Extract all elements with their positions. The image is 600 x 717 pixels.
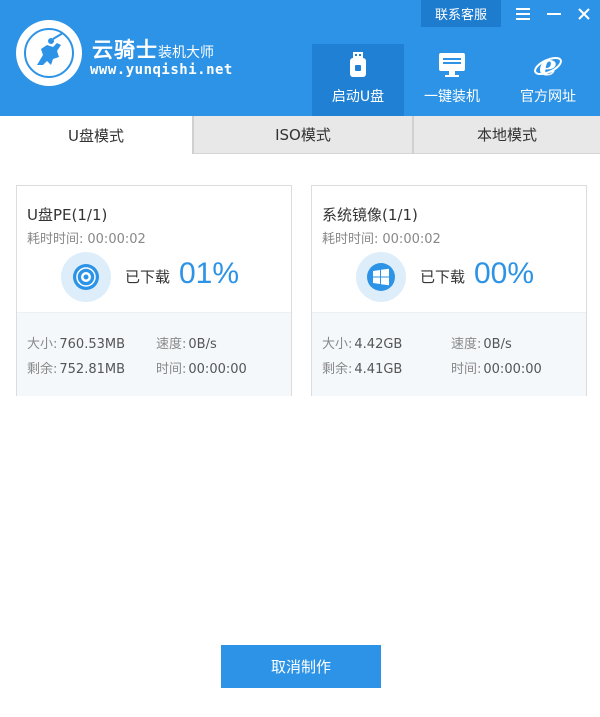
elapsed-value: 00:00:02 bbox=[87, 232, 146, 247]
cancel-creation-button[interactable]: 取消制作 bbox=[221, 645, 381, 688]
time-value: 00:00:00 bbox=[188, 362, 247, 377]
windows-logo-icon bbox=[356, 252, 406, 302]
remaining-stat: 剩余: 4.41GB bbox=[322, 358, 402, 377]
hamburger-icon[interactable] bbox=[511, 2, 535, 26]
card-title: U盘PE(1/1) bbox=[27, 206, 108, 224]
tab-usb-mode[interactable]: U盘模式 bbox=[0, 116, 192, 154]
speed-label: 速度: bbox=[156, 337, 187, 352]
download-status-label: 已下载 bbox=[420, 268, 466, 286]
elapsed-time: 耗时时间: 00:00:02 bbox=[27, 228, 146, 247]
size-value: 760.53MB bbox=[59, 337, 126, 352]
knight-logo-icon bbox=[16, 20, 82, 86]
nav-label: 官方网址 bbox=[520, 89, 576, 105]
speed-stat: 速度: 0B/s bbox=[451, 333, 512, 352]
time-label: 时间: bbox=[156, 362, 187, 377]
remaining-value: 4.41GB bbox=[354, 362, 403, 377]
nav-official-site[interactable]: e 官方网址 bbox=[502, 44, 594, 116]
ie-browser-icon: e bbox=[533, 50, 563, 80]
speed-value: 0B/s bbox=[483, 337, 512, 352]
download-percent: 00% bbox=[474, 257, 535, 290]
speed-label: 速度: bbox=[451, 337, 482, 352]
time-stat: 时间: 00:00:00 bbox=[451, 358, 542, 377]
nav-label: 启动U盘 bbox=[331, 89, 385, 105]
brand-title: 云骑士装机大师 bbox=[92, 34, 214, 64]
brand-name: 云骑士 bbox=[92, 38, 158, 62]
card-title: 系统镜像(1/1) bbox=[322, 206, 418, 224]
brand-suffix: 装机大师 bbox=[158, 45, 214, 61]
usb-drive-icon bbox=[349, 50, 367, 80]
size-label: 大小: bbox=[322, 337, 353, 352]
elapsed-label: 耗时时间: bbox=[27, 232, 84, 247]
download-card-system-image: 系统镜像(1/1) 耗时时间: 00:00:02 已下载 00% 大小: 4.42G… bbox=[311, 185, 587, 396]
nav-one-click-install[interactable]: 一键装机 bbox=[406, 44, 498, 116]
size-stat: 大小: 4.42GB bbox=[322, 333, 402, 352]
time-label: 时间: bbox=[451, 362, 482, 377]
close-icon[interactable] bbox=[572, 2, 596, 26]
speed-stat: 速度: 0B/s bbox=[156, 333, 217, 352]
app-header: 云骑士装机大师 www.yunqishi.net 联系客服 启动U盘 一键装机 … bbox=[0, 0, 600, 116]
tab-local-mode[interactable]: 本地模式 bbox=[414, 116, 600, 154]
elapsed-time: 耗时时间: 00:00:02 bbox=[322, 228, 441, 247]
nav-label: 一键装机 bbox=[424, 89, 480, 105]
size-value: 4.42GB bbox=[354, 337, 403, 352]
size-stat: 大小: 760.53MB bbox=[27, 333, 125, 352]
disc-icon bbox=[61, 252, 111, 302]
brand-url: www.yunqishi.net bbox=[90, 62, 233, 78]
remaining-label: 剩余: bbox=[322, 362, 353, 377]
mode-tabs: U盘模式 ISO模式 本地模式 bbox=[0, 116, 600, 154]
speed-value: 0B/s bbox=[188, 337, 217, 352]
elapsed-label: 耗时时间: bbox=[322, 232, 379, 247]
time-value: 00:00:00 bbox=[483, 362, 542, 377]
download-status-label: 已下载 bbox=[125, 268, 171, 286]
minimize-icon[interactable] bbox=[542, 2, 566, 26]
tab-iso-mode[interactable]: ISO模式 bbox=[194, 116, 412, 154]
remaining-label: 剩余: bbox=[27, 362, 58, 377]
size-label: 大小: bbox=[27, 337, 58, 352]
download-percent: 01% bbox=[179, 257, 240, 290]
elapsed-value: 00:00:02 bbox=[382, 232, 441, 247]
remaining-value: 752.81MB bbox=[59, 362, 126, 377]
monitor-icon bbox=[438, 50, 466, 80]
contact-support-button[interactable]: 联系客服 bbox=[421, 0, 501, 27]
time-stat: 时间: 00:00:00 bbox=[156, 358, 247, 377]
remaining-stat: 剩余: 752.81MB bbox=[27, 358, 125, 377]
download-card-usb-pe: U盘PE(1/1) 耗时时间: 00:00:02 已下载 01% 大小: 760.5… bbox=[16, 185, 292, 396]
nav-boot-usb[interactable]: 启动U盘 bbox=[312, 44, 404, 116]
